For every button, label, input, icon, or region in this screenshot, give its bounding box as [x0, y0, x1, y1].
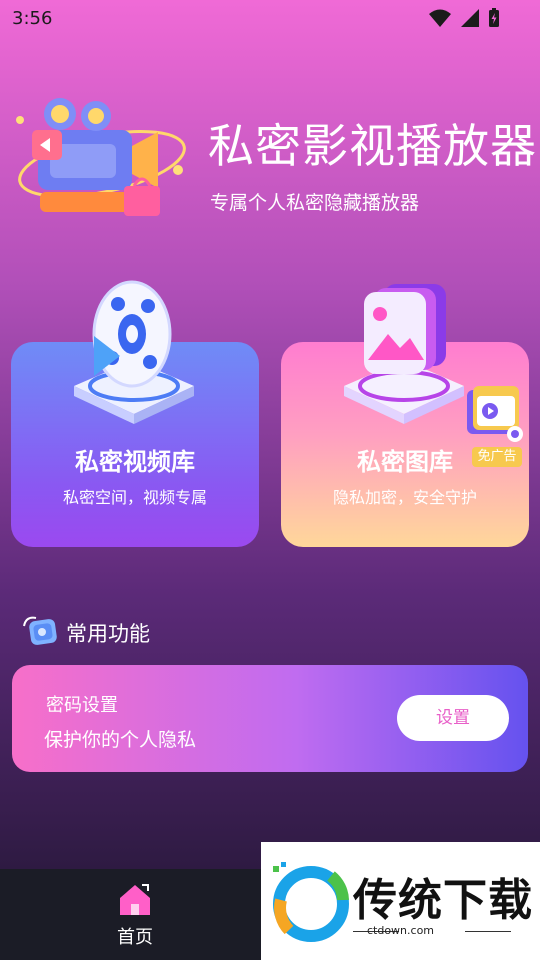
divider [465, 931, 511, 932]
app-title: 私密影视播放器 [208, 119, 537, 173]
nav-home-label: 首页 [117, 927, 153, 948]
settings-button[interactable]: 设置 [397, 695, 509, 741]
film-reel-icon [74, 280, 194, 424]
feature-description: 保护你的个人隐私 [44, 729, 197, 751]
feature-title: 密码设置 [46, 695, 118, 716]
status-time: 3:56 [12, 8, 53, 29]
password-settings-card: 密码设置 保护你的个人隐私 设置 [12, 665, 528, 772]
status-icons [428, 8, 500, 28]
section-title: 常用功能 [66, 622, 150, 646]
status-bar: 3:56 [0, 0, 540, 36]
card-title: 私密视频库 [75, 448, 195, 476]
photo-gallery-icon [344, 284, 464, 424]
card-description: 隐私加密，安全守护 [332, 488, 477, 507]
no-ads-badge: 免广告 [472, 447, 522, 467]
toolbox-icon [23, 616, 57, 645]
app-subtitle: 专属个人私密隐藏播放器 [210, 192, 420, 214]
cellular-signal-icon [461, 9, 479, 27]
home-icon [120, 884, 150, 915]
card-description: 私密空间，视频专属 [62, 488, 207, 507]
video-window-icon [467, 386, 523, 442]
movie-camera-illustration-icon [16, 98, 186, 216]
wifi-icon [429, 9, 451, 27]
watermark-overlay: 传统下载 ctdown.com [261, 842, 540, 960]
nav-home-tab[interactable]: 首页 [95, 881, 175, 951]
watermark-text: 传统下载 [353, 875, 533, 926]
battery-charging-icon [489, 8, 499, 27]
